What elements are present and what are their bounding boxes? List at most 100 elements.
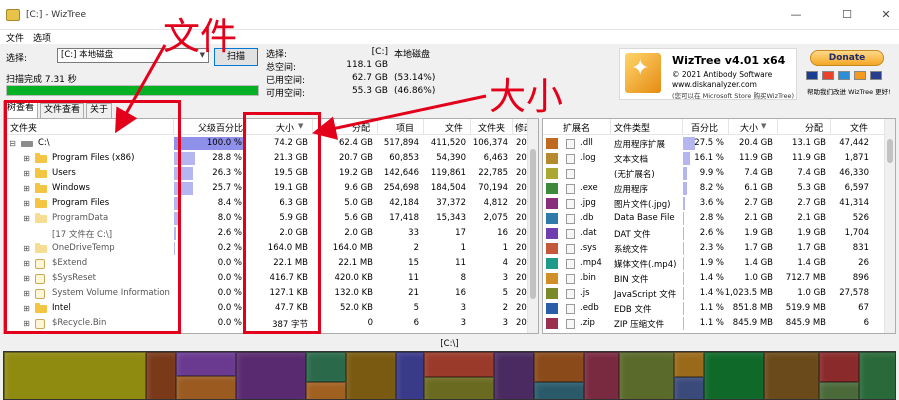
col-allocated[interactable]: 分配: [352, 121, 370, 134]
col-size[interactable]: 大小: [740, 121, 758, 134]
treemap-block[interactable]: [346, 352, 396, 399]
table-row[interactable]: .dat DAT 文件 2.6 % 1.9 GB 1.9 GB 1,704: [543, 226, 895, 241]
table-row[interactable]: .bin BIN 文件 1.4 % 1.0 GB 712.7 MB 896: [543, 271, 895, 286]
table-row[interactable]: (无扩展名) 9.9 % 7.4 GB 7.4 GB 46,330: [543, 166, 895, 181]
file-type-icon: [566, 244, 575, 254]
treemap-block[interactable]: [4, 352, 146, 399]
visa-card-icon: [806, 71, 818, 80]
table-row[interactable]: .sys 系统文件 2.3 % 1.7 GB 1.7 GB 831: [543, 241, 895, 256]
table-row[interactable]: .js JavaScript 文件 1.4 % 1,023.5 MB 1.0 GB 27,…: [543, 286, 895, 301]
treemap-block[interactable]: [674, 352, 704, 377]
treemap-block[interactable]: [306, 352, 346, 382]
folders-cell: 1: [502, 243, 508, 253]
col-percent[interactable]: 百分比: [691, 121, 718, 134]
col-allocated[interactable]: 分配: [805, 121, 823, 134]
col-files[interactable]: 文件: [850, 121, 868, 134]
tree-scroll-thumb[interactable]: [530, 149, 536, 299]
treemap-block[interactable]: [146, 352, 176, 399]
column-divider[interactable]: [610, 119, 611, 135]
treemap-block[interactable]: [236, 352, 306, 399]
menu-bar: 文件 选项: [0, 30, 899, 44]
table-row[interactable]: .exe 应用程序 8.2 % 6.1 GB 5.3 GB 6,597: [543, 181, 895, 196]
size-cell: 1.7 GB: [744, 243, 773, 253]
col-items[interactable]: 项目: [396, 121, 414, 134]
column-divider[interactable]: [830, 119, 831, 135]
allocated-cell: 132.0 KB: [334, 288, 373, 298]
treemap-block[interactable]: [424, 352, 494, 377]
info-value: 118.1 GB: [346, 60, 388, 70]
treemap-block[interactable]: [584, 352, 619, 399]
treemap-block[interactable]: [494, 352, 534, 399]
logo-website-link[interactable]: www.diskanalyzer.com: [672, 80, 757, 89]
treemap-block[interactable]: [534, 352, 584, 382]
table-row[interactable]: .dll 应用程序扩展 27.5 % 20.4 GB 13.1 GB 47,442: [543, 136, 895, 151]
treemap-block[interactable]: [819, 352, 859, 382]
table-row[interactable]: .log 文本文档 16.1 % 11.9 GB 11.9 GB 1,871: [543, 151, 895, 166]
treemap-block[interactable]: [534, 382, 584, 399]
column-divider[interactable]: [470, 119, 471, 135]
files-cell: 411,520: [430, 138, 466, 148]
file-type-table[interactable]: 扩展名 文件类型 百分比 大小 ▼ 分配 文件 .dll 应用程序扩展 27.5 %…: [542, 118, 896, 334]
treemap-block[interactable]: [396, 352, 424, 399]
table-row[interactable]: .mp4 媒体文件(.mp4) 1.9 % 1.4 GB 1.4 GB 26: [543, 256, 895, 271]
allocated-cell: 2.1 GB: [797, 213, 826, 223]
column-divider[interactable]: [728, 119, 729, 135]
col-parent-percent[interactable]: 父级百分比: [198, 121, 243, 134]
treemap-block[interactable]: [424, 377, 494, 399]
treemap-block[interactable]: [704, 352, 764, 399]
size-cell: 1.9 GB: [744, 228, 773, 238]
logo-copyright: © 2021 Antibody Software: [672, 70, 773, 79]
percent-cell: 16.1 %: [694, 153, 724, 163]
table-row[interactable]: .zip ZIP 压缩文件 1.1 % 845.9 MB 845.9 MB 6: [543, 316, 895, 331]
window-title: [C:] - WizTree: [26, 10, 86, 20]
donate-button[interactable]: Donate: [810, 50, 884, 66]
treemap-block[interactable]: [176, 352, 236, 376]
table-row[interactable]: .jpg 图片文件(.jpg) 3.6 % 2.7 GB 2.7 GB 41,314: [543, 196, 895, 211]
maximize-button[interactable]: ☐: [840, 8, 854, 22]
column-divider[interactable]: [423, 119, 424, 135]
menu-options[interactable]: 选项: [33, 31, 51, 44]
treemap-block[interactable]: [306, 382, 346, 399]
col-file-type[interactable]: 文件类型: [614, 121, 650, 134]
files-cell: 41,314: [839, 198, 869, 208]
treemap-block[interactable]: [176, 376, 236, 399]
col-files[interactable]: 文件: [445, 121, 463, 134]
column-divider[interactable]: [377, 119, 378, 135]
menu-file[interactable]: 文件: [6, 31, 24, 44]
treemap-view[interactable]: [3, 351, 896, 400]
info-row-total: 总空间: 118.1 GB: [266, 60, 442, 73]
color-swatch: [546, 198, 558, 209]
scan-progress-bar: [6, 85, 259, 96]
items-cell: 5: [413, 303, 419, 313]
files-cell: 1,704: [844, 228, 869, 238]
minimize-button[interactable]: —: [789, 8, 803, 22]
col-extension[interactable]: 扩展名: [563, 121, 590, 134]
parent-percent-cell: 0.2 %: [217, 243, 242, 253]
file-type-cell: 文本文档: [614, 155, 649, 165]
treemap-block[interactable]: [764, 352, 819, 399]
tree-scrollbar[interactable]: [527, 119, 538, 333]
column-divider[interactable]: [512, 119, 513, 135]
close-button[interactable]: ✕: [879, 8, 893, 22]
wiztree-logo-panel[interactable]: ✦ WizTree v4.01 x64 © 2021 Antibody Soft…: [619, 48, 797, 100]
info-value: [C:]: [371, 47, 388, 57]
col-folders[interactable]: 文件夹: [478, 121, 505, 134]
size-cell: 1,023.5 MB: [724, 288, 773, 298]
file-type-icon: [566, 304, 575, 314]
ext-scroll-thumb[interactable]: [887, 139, 893, 163]
parent-percent-cell: 0.0 %: [217, 318, 242, 328]
treemap-block[interactable]: [619, 352, 674, 399]
treemap-block[interactable]: [859, 352, 895, 399]
column-divider[interactable]: [682, 119, 683, 135]
ext-scrollbar[interactable]: [884, 119, 895, 333]
size-cell: 11.9 GB: [738, 153, 773, 163]
treemap-block[interactable]: [819, 382, 859, 399]
table-row[interactable]: .db Data Base File 2.8 % 2.1 GB 2.1 GB 526: [543, 211, 895, 226]
column-divider[interactable]: [777, 119, 778, 135]
table-row[interactable]: .edb EDB 文件 1.1 % 851.8 MB 519.9 MB 67: [543, 301, 895, 316]
file-type-icon: [566, 184, 575, 194]
file-type-cell: (无扩展名): [614, 170, 655, 180]
annotation-size-label: 大小: [489, 75, 563, 118]
treemap-block[interactable]: [674, 377, 704, 399]
color-swatch: [546, 288, 558, 299]
